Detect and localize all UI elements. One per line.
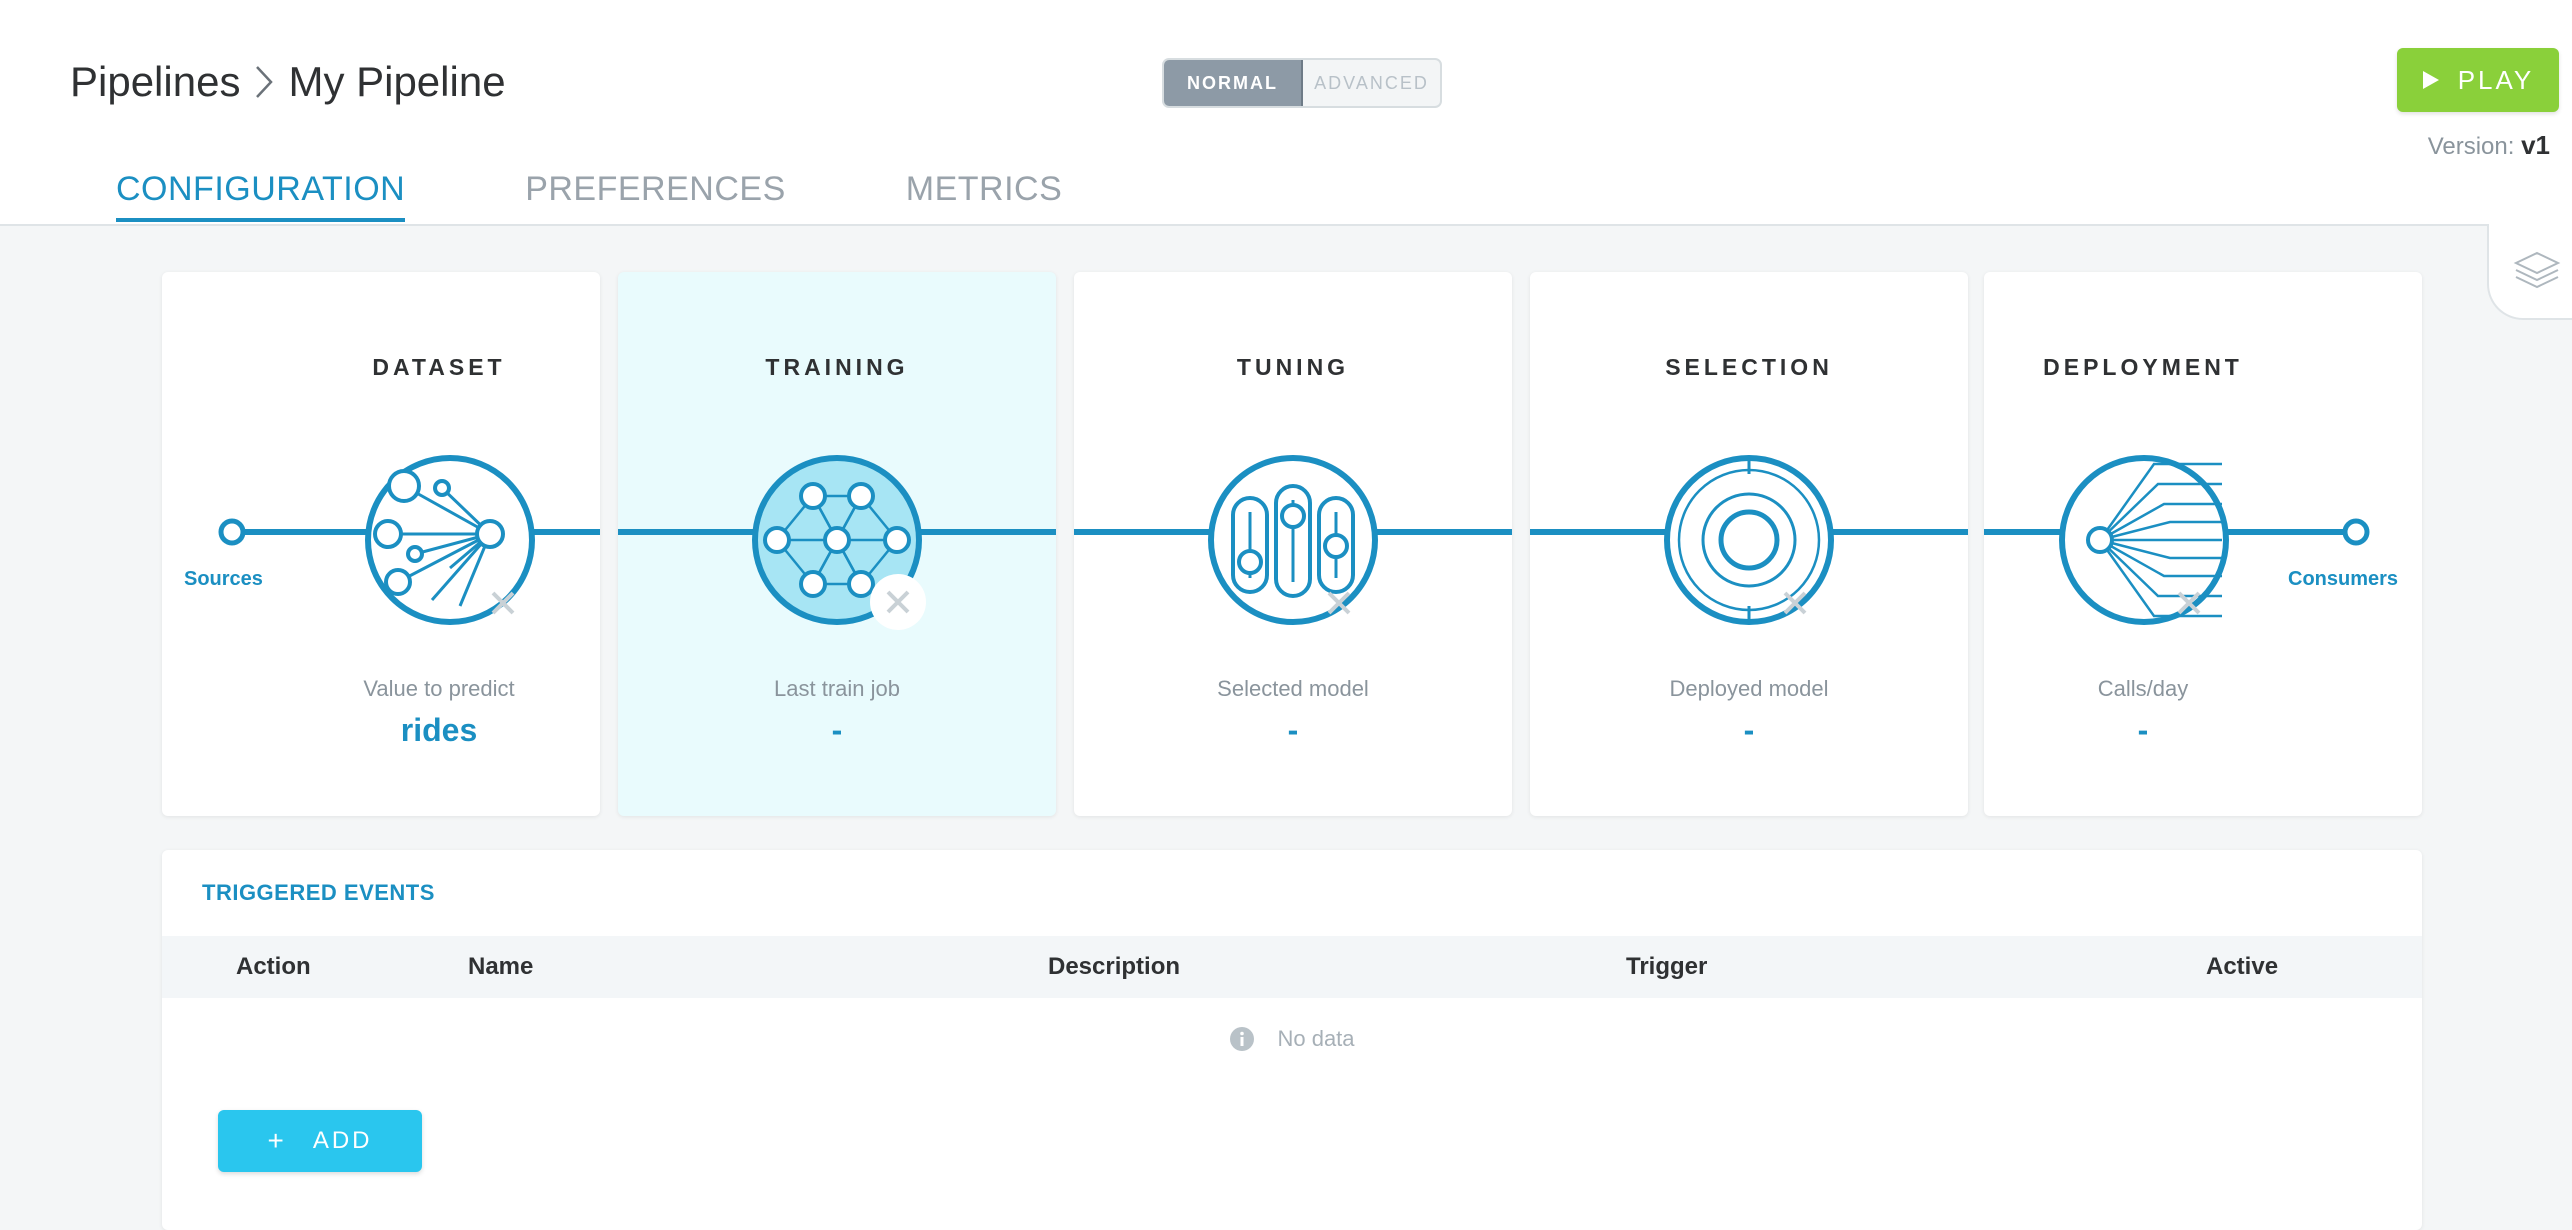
stage-value: -	[1287, 712, 1299, 748]
sliders-icon	[1208, 455, 1378, 625]
breadcrumb-current: My Pipeline	[288, 58, 506, 105]
column-header-name[interactable]: Name	[468, 936, 533, 998]
stage-title: TUNING	[1236, 354, 1350, 380]
stage-card-dataset[interactable]: DATASET Sources Value to predict rides	[162, 272, 600, 816]
stage-card-deployment[interactable]: DEPLOYMENT Consumers Calls/day -	[1984, 272, 2422, 816]
stage-card-tuning[interactable]: TUNING Selected model -	[1074, 272, 1512, 816]
consumers-label: Consumers	[2288, 568, 2399, 590]
tab-preferences[interactable]: PREFERENCES	[525, 170, 786, 222]
table-header: Action Name Description Trigger Active	[162, 936, 2422, 998]
stage-label: Last train job	[774, 676, 900, 701]
play-icon	[2422, 71, 2439, 89]
version-info: Version: v1	[2428, 130, 2550, 161]
version-value: v1	[2521, 130, 2550, 160]
column-header-description[interactable]: Description	[1048, 936, 1180, 998]
add-button-label: ADD	[312, 1127, 373, 1154]
tab-metrics[interactable]: METRICS	[906, 170, 1063, 222]
panel-title: TRIGGERED EVENTS	[202, 880, 435, 905]
stage-value: -	[1743, 712, 1755, 748]
stage-value: -	[2137, 712, 2149, 748]
version-label: Version:	[2427, 133, 2515, 160]
chevron-right-icon	[254, 65, 274, 99]
mode-toggle[interactable]: NORMAL ADVANCED	[1162, 58, 1442, 108]
triggered-events-panel: TRIGGERED EVENTS Action Name Description…	[162, 850, 2422, 1230]
stage-title: DEPLOYMENT	[2043, 354, 2243, 380]
stage-title: DATASET	[372, 354, 506, 380]
page-header: Pipelines My Pipeline NORMAL ADVANCED PL…	[0, 0, 2572, 226]
close-icon[interactable]	[1324, 588, 1354, 618]
stage-label: Deployed model	[1669, 676, 1829, 701]
empty-state-text: No data	[1277, 1026, 1355, 1051]
stage-card-selection[interactable]: SELECTION Deployed model -	[1530, 272, 1968, 816]
column-header-trigger[interactable]: Trigger	[1626, 936, 1707, 998]
stage-title: SELECTION	[1665, 354, 1833, 380]
mode-normal-option[interactable]: NORMAL	[1164, 60, 1303, 106]
play-button-label: PLAY	[2457, 64, 2535, 95]
consumers-node-icon[interactable]	[2342, 518, 2370, 546]
sources-label: Sources	[184, 568, 263, 590]
layers-icon	[2513, 251, 2561, 289]
tab-bar: CONFIGURATION PREFERENCES METRICS	[116, 170, 1182, 224]
stage-value: rides	[400, 712, 478, 748]
play-button[interactable]: PLAY	[2397, 48, 2559, 112]
empty-state: No data	[162, 1026, 2422, 1052]
stage-label: Calls/day	[2097, 676, 2189, 701]
layers-panel-toggle[interactable]	[2487, 224, 2572, 320]
mode-advanced-option[interactable]: ADVANCED	[1303, 60, 1440, 106]
target-icon	[1664, 455, 1834, 625]
close-icon[interactable]	[1780, 588, 1810, 618]
breadcrumb-root[interactable]: Pipelines	[70, 58, 240, 106]
column-header-active[interactable]: Active	[2206, 936, 2278, 998]
close-icon[interactable]	[868, 572, 928, 632]
column-header-action[interactable]: Action	[236, 936, 311, 998]
add-event-button[interactable]: + ADD	[218, 1110, 422, 1172]
pipeline-stages: DATASET Sources Value to predict rides T…	[162, 272, 2422, 816]
stage-label: Value to predict	[363, 676, 515, 701]
sources-node-icon[interactable]	[218, 518, 246, 546]
fan-out-icon	[2059, 455, 2229, 625]
info-icon	[1230, 1027, 1255, 1051]
stage-label: Selected model	[1217, 676, 1369, 701]
tab-configuration[interactable]: CONFIGURATION	[116, 170, 406, 222]
stage-value: -	[831, 712, 843, 748]
close-icon[interactable]	[2174, 588, 2204, 618]
plus-icon: +	[267, 1125, 287, 1156]
close-icon[interactable]	[488, 588, 518, 618]
stage-title: TRAINING	[765, 354, 909, 380]
stage-card-training[interactable]: TRAINING Last train job -	[618, 272, 1056, 816]
breadcrumb: Pipelines My Pipeline	[70, 52, 506, 112]
